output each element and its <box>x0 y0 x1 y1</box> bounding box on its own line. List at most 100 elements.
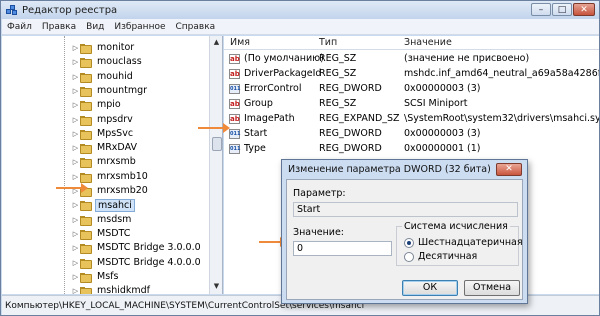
tree-scrollbar[interactable]: ▲ ▼ <box>209 36 222 294</box>
tree-item-label[interactable]: monitor <box>97 42 134 53</box>
radio-hex-label[interactable]: Шестнадцатеричная <box>418 237 523 248</box>
tree-item-label[interactable]: mpsdrv <box>97 114 133 125</box>
maximize-icon: □ <box>557 4 567 15</box>
value-input[interactable]: 0 <box>293 241 392 256</box>
registry-editor-window: Редактор реестра – □ ✕ Файл Правка Вид И… <box>0 0 600 316</box>
tree-item-label[interactable]: MSDTC Bridge 3.0.0.0 <box>97 242 201 253</box>
close-button[interactable]: ✕ <box>573 3 595 16</box>
value-row[interactable]: ab DriverPackageId REG_SZ mshdc.inf_amd64_n… <box>224 68 599 81</box>
expand-icon[interactable]: ▷ <box>72 102 79 109</box>
cell-value: (значение не присвоено) <box>404 53 530 64</box>
string-value-icon: ab <box>229 114 240 124</box>
value-row[interactable]: 011 Type REG_DWORD 0x00000001 (1) <box>224 143 599 156</box>
value-row[interactable]: ab ImagePath REG_EXPAND_SZ \SystemRoot\syst… <box>224 113 599 126</box>
tree-item-label[interactable]: MRxDAV <box>97 142 137 153</box>
folder-icon <box>80 201 93 211</box>
cancel-button[interactable]: Отмена <box>464 280 520 296</box>
dialog-title: Изменение параметра DWORD (32 бита) <box>288 163 491 175</box>
folder-icon <box>80 87 93 97</box>
scroll-up-icon[interactable]: ▲ <box>210 36 222 49</box>
expand-icon[interactable]: ▷ <box>72 74 79 81</box>
cell-type: REG_SZ <box>319 98 357 109</box>
tree-item-label[interactable]: msahci <box>95 199 135 212</box>
cell-value: 0x00000001 (1) <box>404 143 481 154</box>
menu-favorites[interactable]: Избранное <box>109 22 170 32</box>
cell-value: SCSI Miniport <box>404 98 468 109</box>
expand-icon[interactable]: ▷ <box>72 145 79 152</box>
expand-icon[interactable]: ▷ <box>72 159 79 166</box>
menu-edit[interactable]: Правка <box>37 22 81 32</box>
cell-name: (По умолчанию) <box>244 53 324 64</box>
folder-icon <box>80 130 93 140</box>
expand-icon[interactable]: ▷ <box>72 117 79 124</box>
folder-icon <box>80 116 93 126</box>
folder-icon <box>80 173 93 183</box>
value-row[interactable]: 011 ErrorControl REG_DWORD 0x00000003 (3) <box>224 83 599 96</box>
key-tree: ▲ ▼ ▷ monitor ▷ mouclass ▷ mouhid ▷ mountmgr ▷ mp… <box>2 36 223 294</box>
tree-item-label[interactable]: MpsSvc <box>97 128 133 139</box>
tree-item-label[interactable]: mrxsmb20 <box>97 185 148 196</box>
menu-file[interactable]: Файл <box>2 22 37 32</box>
radio-dec-label[interactable]: Десятичная <box>418 251 477 262</box>
cell-type: REG_EXPAND_SZ <box>319 113 400 124</box>
tree-item-label[interactable]: mountmgr <box>97 85 147 96</box>
binary-value-icon: 011 <box>229 129 241 139</box>
tree-item-label[interactable]: mrxsmb10 <box>97 171 148 182</box>
pointer-arrow-tree <box>56 183 88 193</box>
cell-name: Start <box>244 128 268 139</box>
cell-type: REG_SZ <box>319 53 357 64</box>
tree-item-label[interactable]: msdsm <box>97 214 131 225</box>
column-type[interactable]: Тип <box>319 37 337 48</box>
tree-item-label[interactable]: mshidkmdf <box>97 285 150 294</box>
expand-icon[interactable]: ▷ <box>72 288 79 295</box>
dialog-close-button[interactable]: ✕ <box>496 163 522 176</box>
expand-icon[interactable]: ▷ <box>72 188 79 195</box>
expand-icon[interactable]: ▷ <box>72 245 79 252</box>
expand-icon[interactable]: ▷ <box>72 59 79 66</box>
folder-icon <box>80 144 93 154</box>
radio-dec[interactable] <box>404 252 414 262</box>
tree-guide-line <box>64 36 65 294</box>
scroll-down-icon[interactable]: ▼ <box>210 280 222 293</box>
expand-icon[interactable]: ▷ <box>72 274 79 281</box>
tree-item-label[interactable]: mouhid <box>97 71 133 82</box>
tree-item-label[interactable]: Msfs <box>97 271 118 282</box>
folder-icon <box>80 287 93 294</box>
tree-item-label[interactable]: mpio <box>97 99 121 110</box>
menu-help[interactable]: Справка <box>171 22 221 32</box>
expand-icon[interactable]: ▷ <box>72 174 79 181</box>
cell-name: Type <box>244 143 266 154</box>
folder-icon <box>80 158 93 168</box>
binary-value-icon: 011 <box>229 144 241 154</box>
expand-icon[interactable]: ▷ <box>72 217 79 224</box>
minimize-button[interactable]: – <box>531 3 551 16</box>
expand-icon[interactable]: ▷ <box>72 45 79 52</box>
radio-hex[interactable] <box>404 238 414 248</box>
scroll-thumb[interactable] <box>212 137 222 151</box>
binary-value-icon: 011 <box>229 84 241 94</box>
tree-item-label[interactable]: mrxsmb <box>97 156 136 167</box>
maximize-button[interactable]: □ <box>552 3 572 16</box>
expand-icon[interactable]: ▷ <box>72 231 79 238</box>
tree-item-label[interactable]: MSDTC <box>97 228 130 239</box>
cell-type: REG_DWORD <box>319 83 382 94</box>
close-icon: ✕ <box>580 4 588 15</box>
value-row[interactable]: 011 Start REG_DWORD 0x00000003 (3) <box>224 128 599 141</box>
folder-icon <box>80 216 93 226</box>
tree-item-label[interactable]: MSDTC Bridge 4.0.0.0 <box>97 257 201 268</box>
folder-icon <box>80 101 93 111</box>
tree-item-label[interactable]: mouclass <box>97 56 142 67</box>
cell-value: \SystemRoot\system32\drivers\msahci.sys <box>404 113 599 124</box>
ok-button[interactable]: ОК <box>402 280 458 296</box>
expand-icon[interactable]: ▷ <box>72 88 79 95</box>
menu-view[interactable]: Вид <box>81 22 109 32</box>
expand-icon[interactable]: ▷ <box>72 131 79 138</box>
folder-icon <box>80 230 93 240</box>
column-name[interactable]: Имя <box>230 37 250 48</box>
cell-type: REG_DWORD <box>319 143 382 154</box>
column-value[interactable]: Значение <box>404 37 452 48</box>
expand-icon[interactable]: ▷ <box>72 202 79 209</box>
value-row[interactable]: ab (По умолчанию) REG_SZ (значение не присв… <box>224 53 599 66</box>
expand-icon[interactable]: ▷ <box>72 260 79 267</box>
value-row[interactable]: ab Group REG_SZ SCSI Miniport <box>224 98 599 111</box>
